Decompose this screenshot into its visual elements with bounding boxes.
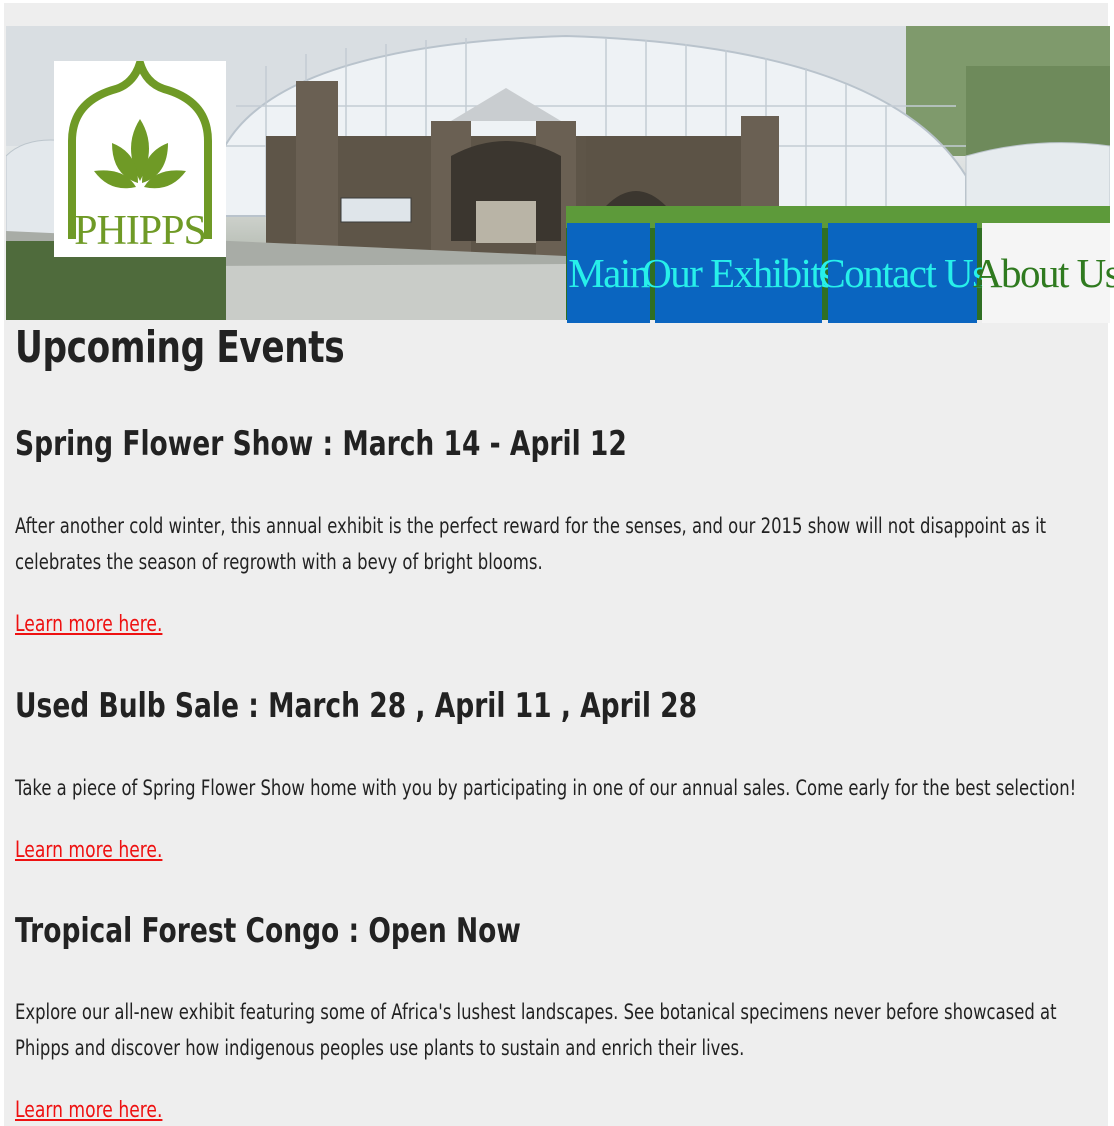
nav-tab-contact-us[interactable]: Contact Us <box>818 223 988 323</box>
nav-tab-main[interactable]: Main <box>567 223 650 323</box>
learn-more-link-used-bulb-sale[interactable]: Learn more here. <box>15 838 162 863</box>
event-title-spring-flower-show: Spring Flower Show : March 14 - April 12 <box>15 424 627 464</box>
event-description: Take a piece of Spring Flower Show home … <box>15 776 1077 800</box>
event-description: After another cold winter, this annual e… <box>15 514 1047 574</box>
learn-more-link-tropical-forest-congo[interactable]: Learn more here. <box>15 1098 162 1123</box>
nav-tab-our-exhibits[interactable]: Our Exhibits <box>642 223 836 323</box>
logo-text: PHIPPS <box>74 208 207 254</box>
event-title-used-bulb-sale: Used Bulb Sale : March 28 , April 11 , A… <box>15 686 698 726</box>
phipps-logo[interactable]: PHIPPS <box>54 61 226 257</box>
page-heading: Upcoming Events <box>15 322 345 373</box>
event-title-tropical-forest-congo: Tropical Forest Congo : Open Now <box>15 911 521 951</box>
learn-more-link-spring-flower-show[interactable]: Learn more here. <box>15 612 162 637</box>
event-description: Explore our all-new exhibit featuring so… <box>15 1000 1057 1060</box>
nav-tab-about-us[interactable]: About Us <box>973 223 1114 323</box>
